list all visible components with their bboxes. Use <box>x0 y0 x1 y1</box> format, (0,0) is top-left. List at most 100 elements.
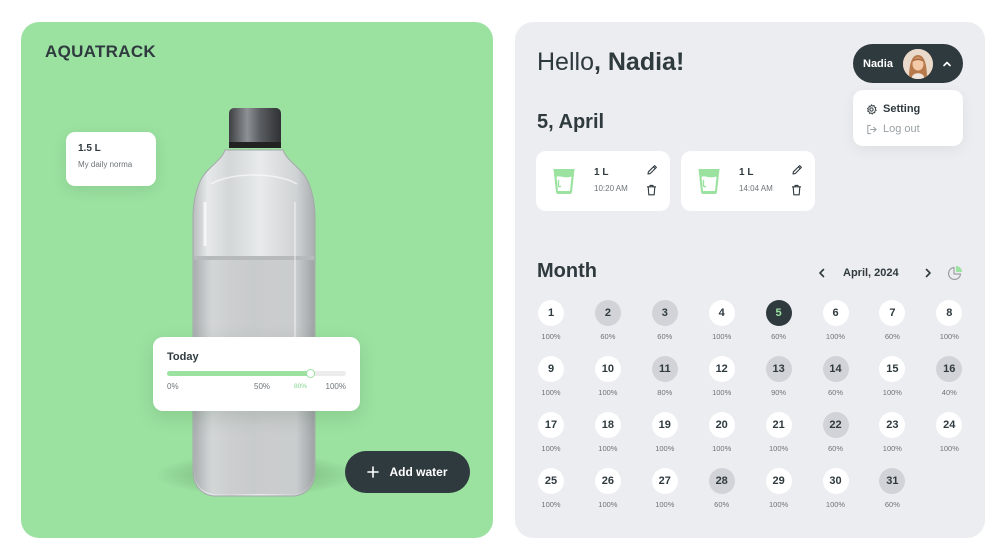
water-bottle-image <box>192 108 316 497</box>
calendar-day-number: 30 <box>822 468 849 494</box>
calendar-day-number: 4 <box>708 300 735 326</box>
calendar-day-percent: 100% <box>939 332 959 341</box>
calendar-day[interactable]: 27 100% <box>651 468 679 514</box>
calendar-day-number: 26 <box>594 468 621 494</box>
calendar-day-number: 2 <box>594 300 621 326</box>
calendar-day-percent: 60% <box>827 444 843 453</box>
calendar-day[interactable]: 24 100% <box>935 412 963 458</box>
calendar-day-number: 3 <box>651 300 678 326</box>
user-name: Nadia <box>863 57 893 70</box>
calendar-day[interactable]: 8 100% <box>935 300 963 346</box>
calendar-day-percent: 100% <box>541 444 561 453</box>
today-title: Today <box>167 351 199 363</box>
calendar-day[interactable]: 29 100% <box>765 468 793 514</box>
calendar-day[interactable]: 31 60% <box>878 468 906 514</box>
calendar-day-number: 9 <box>538 356 564 382</box>
water-entry-card: 1 L 10:20 AM <box>536 151 670 211</box>
calendar-day-number: 17 <box>538 412 564 438</box>
calendar-day-percent: 100% <box>712 388 732 397</box>
calendar-day[interactable]: 6 100% <box>822 300 850 346</box>
calendar-day-percent: 100% <box>825 500 846 509</box>
tick-mid: 50% <box>254 382 271 391</box>
menu-item-logout[interactable]: Log out <box>866 119 950 139</box>
trash-icon[interactable] <box>791 184 802 196</box>
calendar-day-percent: 100% <box>598 444 618 453</box>
calendar-day[interactable]: 11 80% <box>651 356 679 402</box>
avatar-image <box>903 48 933 79</box>
today-progress-handle[interactable] <box>306 369 316 378</box>
calendar-day-number: 5 <box>765 300 792 326</box>
calendar-day-number: 20 <box>708 412 735 438</box>
calendar-day[interactable]: 18 100% <box>594 412 622 458</box>
entry-time: 10:20 AM <box>594 184 628 193</box>
calendar-day[interactable]: 28 60% <box>708 468 736 514</box>
calendar-day-percent: 90% <box>771 388 787 397</box>
calendar-day[interactable]: 21 100% <box>765 412 793 458</box>
add-water-button[interactable]: Add water <box>345 451 470 493</box>
chevron-right-icon[interactable] <box>921 266 935 280</box>
current-month-label: April, 2024 <box>843 267 899 279</box>
calendar-day[interactable]: 2 60% <box>594 300 622 346</box>
calendar-day[interactable]: 5 60% <box>765 300 793 346</box>
calendar-day-percent: 100% <box>541 332 561 341</box>
calendar-day[interactable]: 25 100% <box>537 468 565 514</box>
pencil-icon[interactable] <box>646 164 658 176</box>
menu-item-setting[interactable]: Setting <box>866 99 950 119</box>
entry-amount: 1 L <box>739 167 754 178</box>
calendar-day[interactable]: 22 60% <box>822 412 850 458</box>
calendar-day[interactable]: 4 100% <box>708 300 736 346</box>
daily-norma-value: 1.5 L <box>78 143 101 154</box>
daily-norma-card: 1.5 L My daily norma <box>66 132 156 186</box>
greeting-name: , Nadia! <box>593 48 685 76</box>
calendar-day-percent: 100% <box>825 332 846 341</box>
tick-current: 80% <box>294 383 308 390</box>
calendar-day-number: 27 <box>651 468 678 494</box>
calendar-day-percent: 60% <box>771 332 787 341</box>
calendar-day-number: 6 <box>822 300 849 326</box>
calendar-day[interactable]: 7 60% <box>878 300 906 346</box>
calendar-day-percent: 100% <box>769 500 789 509</box>
calendar-day[interactable]: 14 60% <box>822 356 850 402</box>
today-progress-ticks: 0% 50% 80% 100% <box>167 382 346 394</box>
calendar-day-percent: 100% <box>882 444 902 453</box>
calendar-day[interactable]: 26 100% <box>594 468 622 514</box>
calendar-day-number: 18 <box>594 412 621 438</box>
calendar-day[interactable]: 15 100% <box>878 356 906 402</box>
chevron-left-icon[interactable] <box>815 266 829 280</box>
calendar-day-number: 19 <box>651 412 678 438</box>
calendar-day-number: 8 <box>936 300 963 326</box>
user-menu-button[interactable]: Nadia <box>853 44 963 83</box>
pie-chart-icon[interactable] <box>947 265 963 281</box>
calendar-day-number: 23 <box>879 412 906 438</box>
calendar-day-number: 12 <box>708 356 735 382</box>
calendar-day[interactable]: 10 100% <box>594 356 622 402</box>
calendar-day[interactable]: 23 100% <box>878 412 906 458</box>
chevron-up-icon <box>943 61 951 66</box>
calendar-day-percent: 100% <box>882 388 902 397</box>
pencil-icon[interactable] <box>791 164 803 176</box>
calendar-day-percent: 100% <box>939 444 959 453</box>
calendar-day[interactable]: 9 100% <box>537 356 565 402</box>
calendar-day[interactable]: 12 100% <box>708 356 736 402</box>
glass-icon <box>698 169 720 194</box>
calendar-day-percent: 100% <box>655 500 675 509</box>
calendar-day-number: 24 <box>936 412 963 438</box>
calendar-day-percent: 100% <box>655 444 675 453</box>
calendar-day[interactable]: 30 100% <box>822 468 850 514</box>
calendar-day-percent: 60% <box>714 500 730 509</box>
calendar-day-number: 14 <box>822 356 849 382</box>
trash-icon[interactable] <box>646 184 657 196</box>
calendar-day[interactable]: 13 90% <box>765 356 793 402</box>
calendar-day[interactable]: 1 100% <box>537 300 565 346</box>
month-title: Month <box>537 260 597 282</box>
calendar-day[interactable]: 17 100% <box>537 412 565 458</box>
calendar-day[interactable]: 20 100% <box>708 412 736 458</box>
today-progress-card: Today 0% 50% 80% 100% <box>153 337 360 411</box>
calendar-day[interactable]: 3 60% <box>651 300 679 346</box>
calendar-day[interactable]: 19 100% <box>651 412 679 458</box>
calendar-day[interactable]: 16 40% <box>935 356 963 402</box>
glass-icon <box>553 169 575 194</box>
calendar-day-percent: 100% <box>541 388 561 397</box>
calendar-day-percent: 100% <box>712 444 732 453</box>
calendar-day-percent: 100% <box>712 332 732 341</box>
